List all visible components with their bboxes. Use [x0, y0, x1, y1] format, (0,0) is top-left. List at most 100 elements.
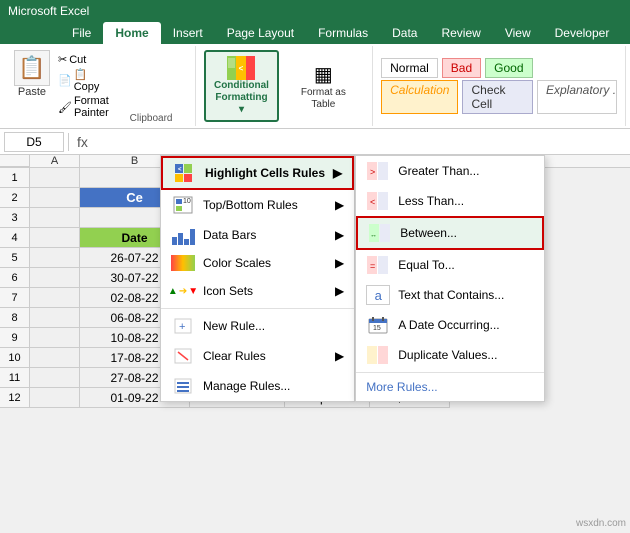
list-item — [30, 248, 80, 268]
clear-rules-icon — [171, 346, 195, 366]
row-header-6[interactable]: 6 — [0, 268, 30, 288]
format-painter-button[interactable]: 🖌 Format Painter — [58, 95, 109, 119]
tab-file[interactable]: File — [60, 22, 103, 44]
less-than-icon: < — [366, 191, 390, 211]
row-header-10[interactable]: 10 — [0, 348, 30, 368]
list-item — [30, 388, 80, 408]
style-calculation[interactable]: Calculation — [381, 80, 458, 114]
menu-item-color-scales[interactable]: Color Scales ▶ — [161, 250, 354, 276]
color-scales-label: Color Scales — [203, 256, 271, 270]
highlight-cells-label: Highlight Cells Rules — [205, 166, 325, 180]
cf-icon: < — [227, 56, 255, 80]
list-item — [30, 328, 80, 348]
submenu-item-equal-to[interactable]: = Equal To... — [356, 250, 544, 280]
format-as-table-button[interactable]: ▦ Format as Table — [283, 58, 364, 115]
submenu-item-less-than[interactable]: < Less Than... — [356, 186, 544, 216]
date-occurring-icon: 15 — [366, 315, 390, 335]
formula-divider — [68, 133, 69, 151]
tab-review[interactable]: Review — [429, 22, 492, 44]
conditional-formatting-button[interactable]: < ConditionalFormatting ▾ — [204, 50, 278, 122]
row-header-1[interactable]: 1 — [0, 168, 30, 188]
tab-developer[interactable]: Developer — [543, 22, 622, 44]
copy-label: 📋 Copy — [74, 68, 109, 93]
row-header-3[interactable]: 3 — [0, 208, 30, 228]
submenu-item-date-occurring[interactable]: 15 A Date Occurring... — [356, 310, 544, 340]
menu-item-icon-sets[interactable]: ▲ ➔ ▼ Icon Sets ▶ — [161, 276, 354, 306]
submenu-item-duplicate-values[interactable]: Duplicate Values... — [356, 340, 544, 370]
highlight-cells-icon: < — [173, 163, 197, 183]
watermark: wsxdn.com — [576, 518, 626, 529]
icon-sets-arrow: ▶ — [335, 284, 344, 298]
tab-data[interactable]: Data — [380, 22, 429, 44]
color-scales-icon — [171, 255, 195, 271]
submenu-item-text-contains[interactable]: a Text that Contains... — [356, 280, 544, 310]
name-box[interactable] — [4, 132, 64, 152]
duplicate-values-label: Duplicate Values... — [398, 348, 497, 362]
dropdown-overlay: < Highlight Cells Rules ▶ 10 — [160, 155, 545, 402]
greater-than-icon: > — [366, 161, 390, 181]
new-rule-label: New Rule... — [203, 319, 265, 333]
cf-label: ConditionalFormatting ▾ — [212, 80, 270, 116]
manage-rules-label: Manage Rules... — [203, 379, 290, 393]
more-rules-label: More Rules... — [366, 380, 437, 394]
menu-item-clear-rules[interactable]: Clear Rules ▶ — [161, 341, 354, 371]
tab-home[interactable]: Home — [103, 22, 160, 44]
highlight-cells-arrow: ▶ — [333, 166, 342, 180]
style-check-cell[interactable]: Check Cell — [462, 80, 533, 114]
top-bottom-label: Top/Bottom Rules — [203, 198, 298, 212]
styles-group: < ConditionalFormatting ▾ ▦ Format as Ta… — [196, 46, 373, 126]
formula-input[interactable] — [96, 135, 626, 149]
style-explanatory[interactable]: Explanatory ... — [537, 80, 617, 114]
list-item — [30, 368, 80, 388]
menu-item-new-rule[interactable]: + New Rule... — [161, 311, 354, 341]
title-bar: Microsoft Excel — [0, 0, 630, 22]
svg-text:<: < — [178, 167, 182, 173]
menu-item-manage-rules[interactable]: Manage Rules... — [161, 371, 354, 401]
cell-styles-group: Normal Bad Good Calculation Check Cell E… — [373, 46, 626, 126]
top-bottom-arrow: ▶ — [335, 198, 344, 212]
submenu-item-more-rules[interactable]: More Rules... — [356, 375, 544, 399]
tab-view[interactable]: View — [493, 22, 543, 44]
cut-button[interactable]: ✂ Cut — [58, 53, 109, 66]
row-header-11[interactable]: 11 — [0, 368, 30, 388]
menu-item-top-bottom[interactable]: 10 Top/Bottom Rules ▶ — [161, 190, 354, 220]
svg-text:+: + — [179, 321, 185, 333]
copy-button[interactable]: 📄 📋 Copy — [58, 68, 109, 93]
tab-formulas[interactable]: Formulas — [306, 22, 380, 44]
cut-icon: ✂ — [58, 53, 67, 66]
list-item — [30, 188, 80, 208]
text-contains-label: Text that Contains... — [398, 288, 504, 302]
col-header-a[interactable]: A — [30, 155, 80, 167]
menu-item-data-bars[interactable]: Data Bars ▶ — [161, 220, 354, 250]
tab-insert[interactable]: Insert — [161, 22, 215, 44]
submenu-item-greater-than[interactable]: > Greater Than... — [356, 156, 544, 186]
submenu-divider — [356, 372, 544, 373]
paste-button[interactable]: 📋 Paste — [10, 48, 54, 124]
row-header-8[interactable]: 8 — [0, 308, 30, 328]
row-header-4[interactable]: 4 — [0, 228, 30, 248]
style-normal[interactable]: Normal — [381, 58, 438, 78]
clipboard-group: 📋 Paste ✂ Cut 📄 📋 Copy 🖌 Format Painter … — [4, 46, 196, 126]
data-bars-label: Data Bars — [203, 228, 256, 242]
row-header-5[interactable]: 5 — [0, 248, 30, 268]
clear-rules-arrow: ▶ — [335, 349, 344, 363]
between-label: Between... — [400, 226, 457, 240]
equal-to-label: Equal To... — [398, 258, 454, 272]
row-header-9[interactable]: 9 — [0, 328, 30, 348]
style-good[interactable]: Good — [485, 58, 532, 78]
style-bad[interactable]: Bad — [442, 58, 481, 78]
duplicate-values-icon — [366, 345, 390, 365]
clear-rules-label: Clear Rules — [203, 349, 266, 363]
manage-rules-icon — [171, 376, 195, 396]
submenu-item-between[interactable]: ↔ Between... — [356, 216, 544, 250]
list-item — [30, 308, 80, 328]
tab-page-layout[interactable]: Page Layout — [215, 22, 306, 44]
paste-label: Paste — [18, 86, 46, 98]
menu-item-highlight-cells[interactable]: < Highlight Cells Rules ▶ — [161, 156, 354, 190]
row-header-12[interactable]: 12 — [0, 388, 30, 408]
title-text: Microsoft Excel — [8, 4, 89, 18]
row-header-2[interactable]: 2 — [0, 188, 30, 208]
row-header-7[interactable]: 7 — [0, 288, 30, 308]
list-item — [30, 168, 80, 188]
formula-bar: fx — [0, 129, 630, 155]
